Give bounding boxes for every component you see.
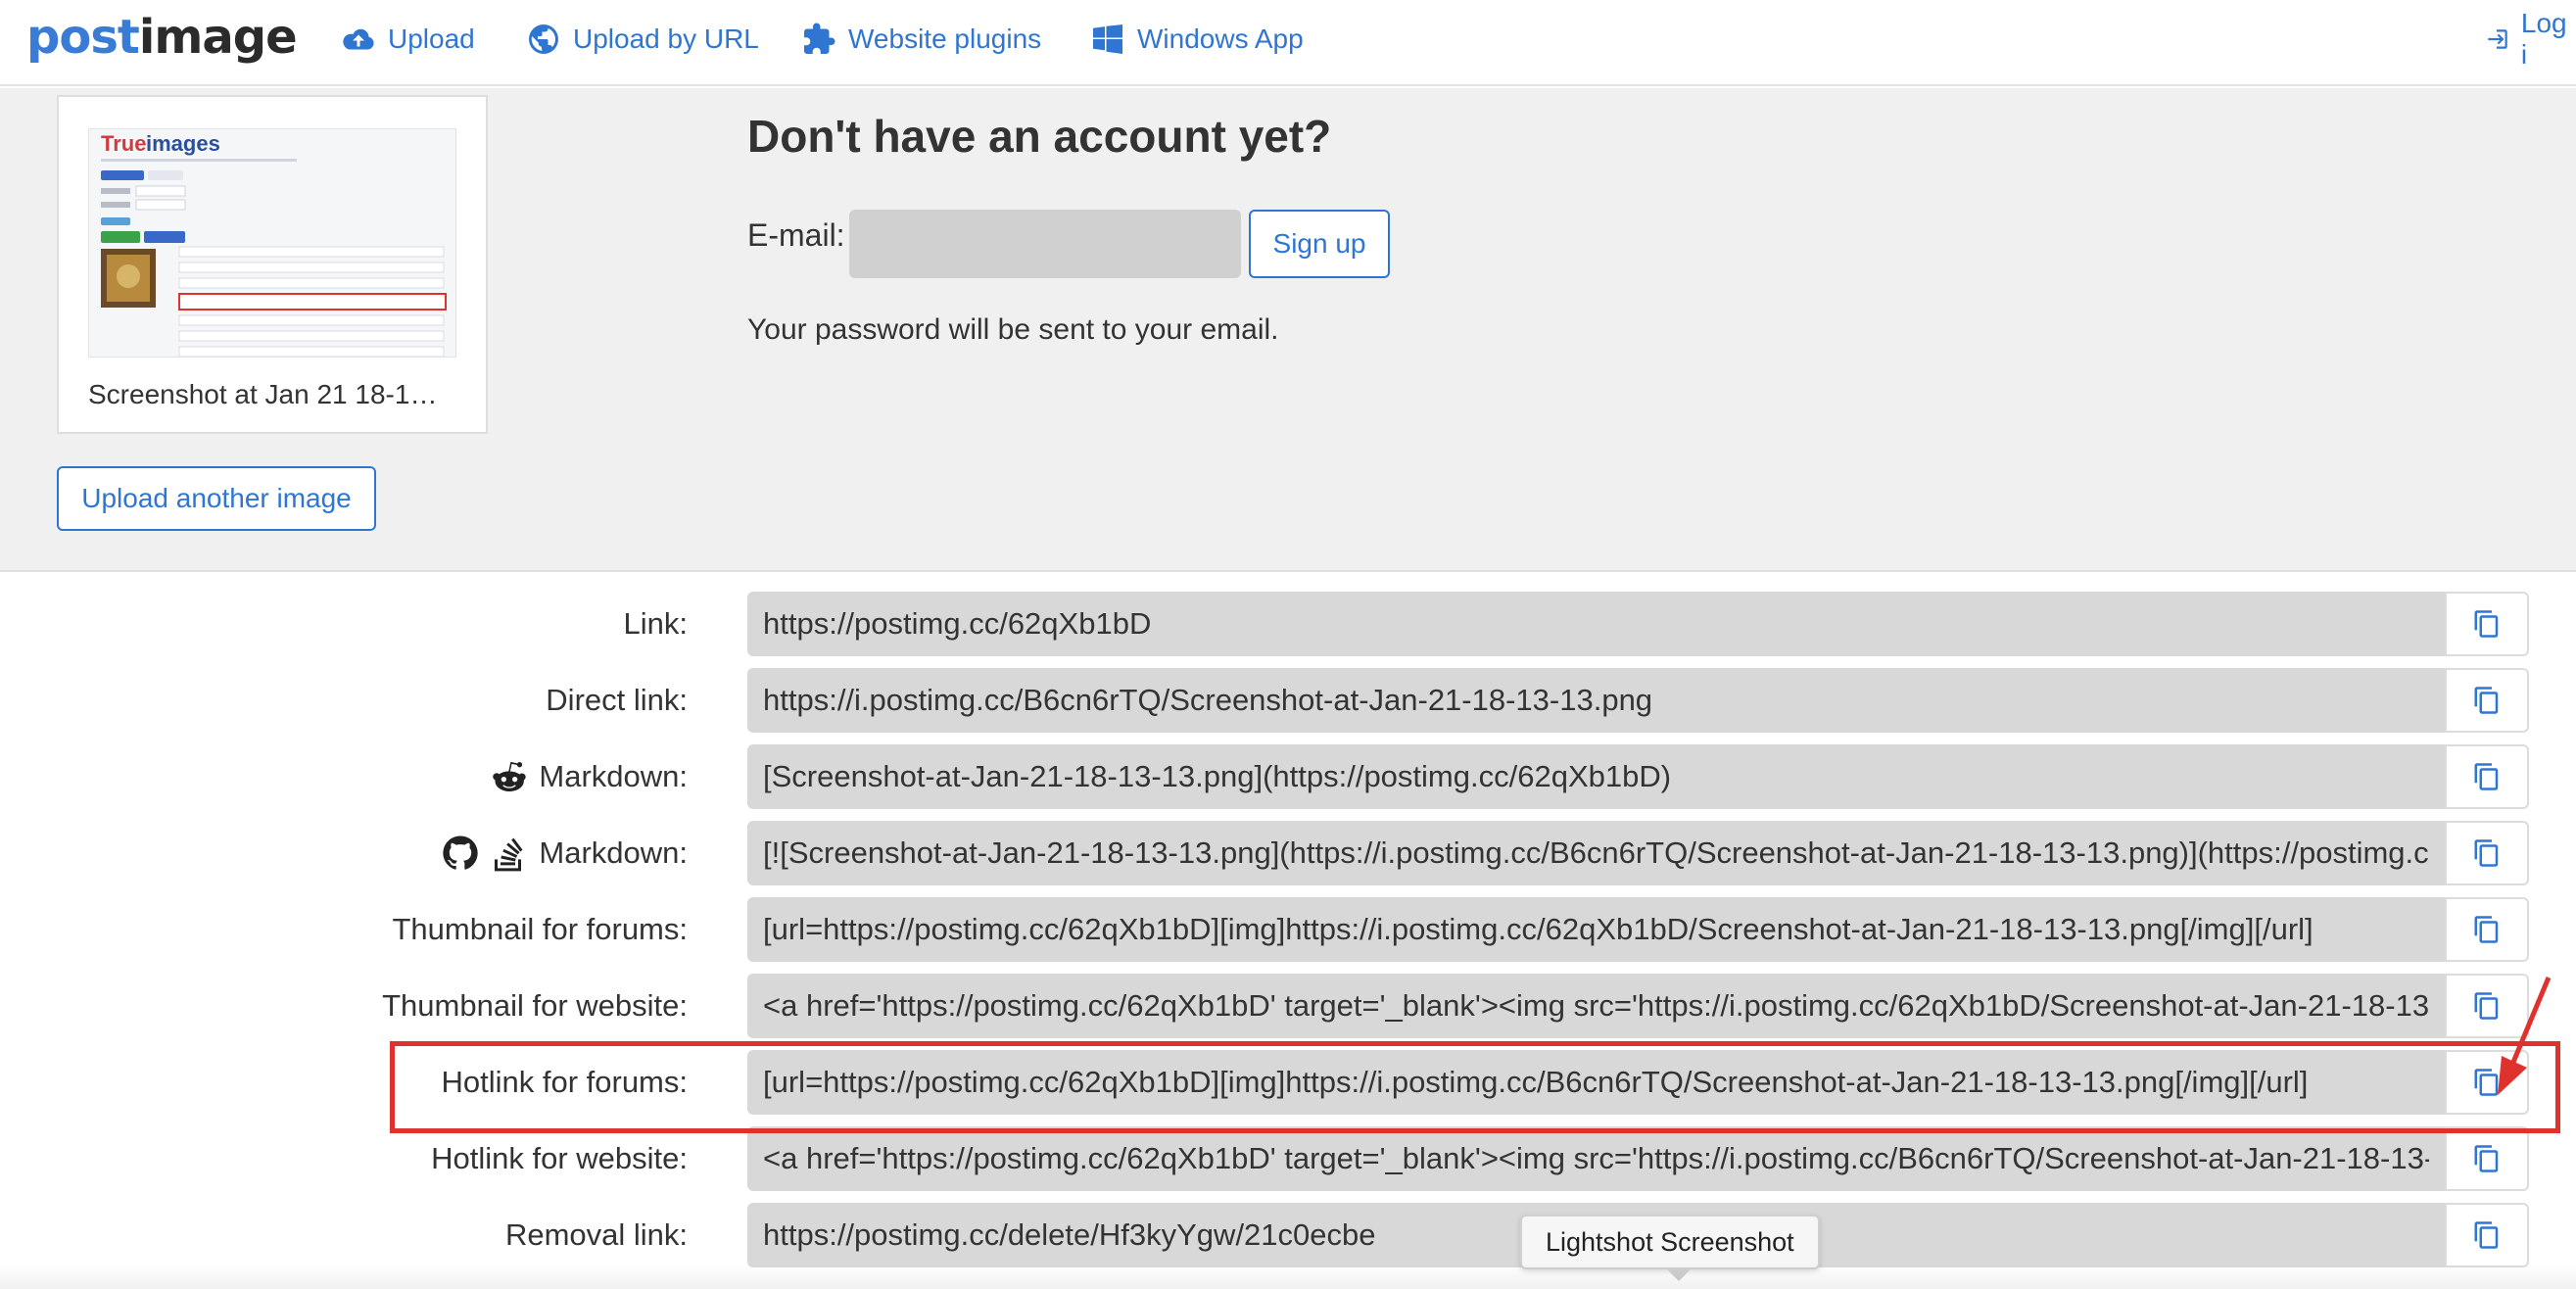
sign-up-button[interactable]: Sign up: [1249, 210, 1390, 278]
removal-link-label-text: Removal link:: [504, 1217, 688, 1252]
uploaded-image-filename: Screenshot at Jan 21 18-1…: [88, 379, 438, 409]
copy-removal-link-button[interactable]: [2445, 1203, 2529, 1267]
thumbnail-forums-field[interactable]: [747, 897, 2445, 962]
stackoverflow-icon: [495, 837, 523, 872]
sign-in-icon: [2488, 29, 2507, 49]
direct-link-label-text: Direct link:: [546, 683, 688, 717]
cloud-upload-icon: [343, 28, 374, 50]
uploaded-image-card[interactable]: True images Screenshot at Jan 21 18-1…: [57, 95, 488, 434]
nav-upload[interactable]: Upload: [341, 18, 475, 61]
hotlink-forums-label: Hotlink for forums:: [441, 1050, 688, 1115]
nav-website-plugins[interactable]: Website plugins: [801, 18, 1041, 61]
thumbnail-forums-label-text: Thumbnail for forums:: [392, 912, 689, 946]
signup-heading: Don't have an account yet?: [747, 111, 1332, 162]
copy-icon: [2474, 1069, 2499, 1096]
thumbnail-preview-graphic: True images: [89, 129, 455, 357]
thumbnail-website-row: Thumbnail for website:: [0, 974, 2576, 1038]
copy-icon: [2474, 687, 2499, 714]
copy-direct-link-button[interactable]: [2445, 668, 2529, 733]
link-label: Link:: [624, 592, 688, 656]
copy-hotlink-website-button[interactable]: [2445, 1126, 2529, 1191]
thumbnail-website-label: Thumbnail for website:: [382, 974, 688, 1038]
nav-windows-app[interactable]: Windows App: [1090, 18, 1304, 61]
removal-link-row: Removal link:: [0, 1203, 2576, 1267]
nav-login[interactable]: Log i: [2484, 8, 2576, 70]
markdown-github-label: Markdown:: [441, 821, 688, 885]
hotlink-website-label-text: Hotlink for website:: [431, 1141, 688, 1175]
removal-link-label: Removal link:: [505, 1203, 688, 1267]
copy-icon: [2474, 1221, 2499, 1249]
thumbnail-forums-row: Thumbnail for forums:: [0, 897, 2576, 962]
hotlink-forums-label-text: Hotlink for forums:: [441, 1065, 688, 1099]
nav-upload-by-url-label: Upload by URL: [573, 24, 759, 54]
password-note: Your password will be sent to your email…: [747, 313, 1279, 346]
markdown-reddit-label-text: Markdown:: [539, 759, 688, 793]
logo-part-post: post: [26, 10, 140, 65]
markdown-github-label-text: Markdown:: [539, 835, 688, 870]
nav-website-plugins-label: Website plugins: [848, 24, 1042, 54]
copy-thumbnail-forums-button[interactable]: [2445, 897, 2529, 962]
markdown-reddit-row: Markdown:: [0, 744, 2576, 809]
copy-hotlink-forums-button[interactable]: [2445, 1050, 2529, 1115]
postimage-logo[interactable]: postimage: [26, 6, 298, 69]
link-field[interactable]: [747, 592, 2445, 656]
markdown-github-field[interactable]: [747, 821, 2445, 885]
markdown-reddit-label: Markdown:: [490, 744, 688, 809]
windows-icon: [1093, 24, 1122, 54]
thumbnail-forums-label: Thumbnail for forums:: [393, 897, 689, 962]
nav-upload-by-url[interactable]: Upload by URL: [526, 18, 759, 61]
github-icon: [443, 835, 479, 870]
nav-windows-app-label: Windows App: [1137, 24, 1304, 54]
copy-icon: [2474, 1145, 2499, 1172]
tooltip-pointer: [1665, 1267, 1693, 1281]
lightshot-tooltip: Lightshot Screenshot: [1520, 1215, 1820, 1269]
nav-login-label: Log i: [2520, 8, 2567, 70]
copy-thumbnail-website-button[interactable]: [2445, 974, 2529, 1038]
copy-icon: [2474, 763, 2499, 790]
copy-icon: [2474, 839, 2499, 867]
copy-icon: [2474, 992, 2499, 1020]
thumbnail-website-field[interactable]: [747, 974, 2445, 1038]
link-label-text: Link:: [623, 606, 688, 641]
upload-another-image-button[interactable]: Upload another image: [57, 466, 376, 531]
hotlink-website-label: Hotlink for website:: [431, 1126, 688, 1191]
link-row: Link:: [0, 592, 2576, 656]
markdown-github-row: Markdown:: [0, 821, 2576, 885]
hotlink-forums-field[interactable]: [747, 1050, 2445, 1115]
nav-upload-label: Upload: [388, 24, 475, 54]
copy-icon: [2474, 916, 2499, 943]
reddit-icon: [493, 761, 527, 791]
thumbnail-brand-part-2: images: [146, 131, 220, 156]
hotlink-website-field[interactable]: [747, 1126, 2445, 1191]
hotlink-forums-row: Hotlink for forums:: [0, 1050, 2576, 1115]
logo-part-image: image: [138, 10, 298, 65]
email-input[interactable]: [849, 210, 1241, 278]
thumbnail-brand-part-1: True: [101, 131, 146, 156]
direct-link-label: Direct link:: [546, 668, 688, 733]
uploaded-image-thumbnail[interactable]: True images: [88, 128, 456, 358]
hotlink-website-row: Hotlink for website:: [0, 1126, 2576, 1191]
direct-link-row: Direct link:: [0, 668, 2576, 733]
copy-link-button[interactable]: [2445, 592, 2529, 656]
email-label: E-mail:: [747, 217, 845, 253]
top-nav-bar: postimage Upload Upload by URL Website p…: [0, 0, 2576, 86]
markdown-reddit-field[interactable]: [747, 744, 2445, 809]
copy-markdown-github-button[interactable]: [2445, 821, 2529, 885]
upload-result-area: True images Screenshot at Jan 21 18-1… U…: [0, 88, 2576, 572]
globe-icon: [529, 24, 558, 54]
copy-icon: [2474, 610, 2499, 638]
thumbnail-website-label-text: Thumbnail for website:: [382, 988, 688, 1023]
direct-link-field[interactable]: [747, 668, 2445, 733]
puzzle-icon: [804, 23, 835, 54]
copy-markdown-reddit-button[interactable]: [2445, 744, 2529, 809]
